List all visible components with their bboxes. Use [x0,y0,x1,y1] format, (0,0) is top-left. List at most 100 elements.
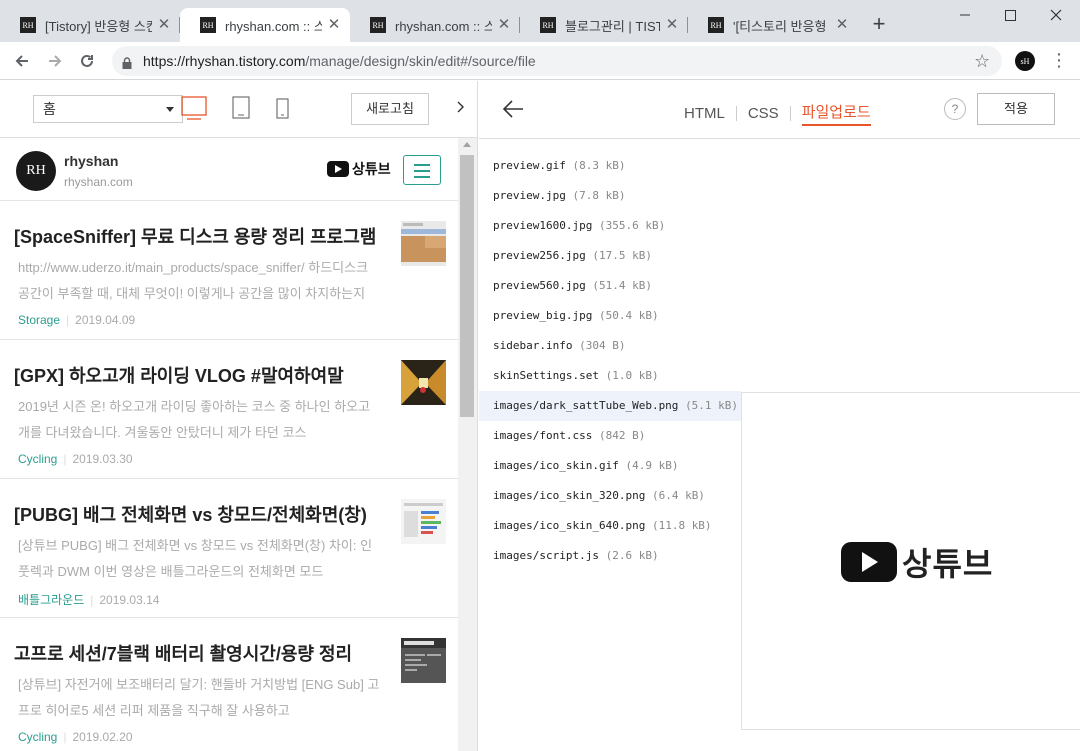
post-thumbnail[interactable] [401,221,446,266]
back-arrow-icon[interactable] [501,98,525,125]
file-item[interactable]: images/script.js (2.6 kB) [479,541,741,571]
preview-scrollbar[interactable] [458,138,477,751]
maximize-icon[interactable] [998,4,1022,26]
preview-toolbar: 홈 새로고침 [0,81,477,138]
post-meta: Cycling | 2019.03.30 [18,452,133,466]
close-tab-icon[interactable]: ✕ [664,17,680,33]
post-meta: 배틀그라운드 | 2019.03.14 [18,593,160,607]
file-item[interactable]: skinSettings.set (1.0 kB) [479,361,741,391]
browser-tab[interactable]: RH rhyshan.com :: 스킨 ✕ [350,8,520,42]
tab-css[interactable]: CSS [748,105,779,122]
post-title[interactable]: [SpaceSniffer] 무료 디스크 용량 정리 프로그램 [14,223,398,249]
close-window-icon[interactable] [1044,4,1068,26]
bookmark-star-icon[interactable]: ☆ [974,51,990,72]
scroll-up-icon[interactable] [463,142,471,147]
lock-icon [122,56,132,74]
file-item[interactable]: preview.gif (8.3 kB) [479,151,741,181]
profile-avatar[interactable]: sH [1015,51,1035,71]
scrollbar-thumb[interactable] [460,155,474,417]
forward-icon[interactable] [44,50,66,72]
post-title[interactable]: 고프로 세션/7블랙 배터리 촬영시간/용량 정리 [14,640,398,666]
file-item[interactable]: images/font.css (842 B) [479,421,741,451]
play-icon [327,161,349,177]
brand-text: 상튜브 [352,161,391,177]
minimize-icon[interactable] [953,4,977,26]
post-category[interactable]: Cycling [18,730,57,744]
tab-favicon: RH [540,17,556,33]
editor-tabs: HTML CSS 파일업로드 [684,101,871,126]
tab-favicon: RH [20,17,36,33]
post-date: 2019.03.14 [99,593,160,607]
file-item[interactable]: images/ico_skin_320.png (6.4 kB) [479,481,741,511]
browser-tab[interactable]: RH 블로그관리 | TISTORY ✕ [520,8,688,42]
file-item[interactable]: preview560.jpg (51.4 kB) [479,271,741,301]
post-excerpt: [상튜브] 자전거에 보조배터리 달기: 핸들바 거치방법 [ENG Sub] … [18,677,380,718]
close-tab-icon[interactable]: ✕ [496,17,512,33]
post-item[interactable]: 고프로 세션/7블랙 배터리 촬영시간/용량 정리 [상튜브] 자전거에 보조배… [0,618,458,751]
file-item-selected[interactable]: images/dark_sattTube_Web.png (5.1 kB) [479,391,741,421]
post-category[interactable]: 배틀그라운드 [18,593,84,607]
tab-favicon: RH [708,17,724,33]
post-item[interactable]: [PUBG] 배그 전체화면 vs 창모드/전체화면(창) [상튜브 PUBG]… [0,479,458,618]
hamburger-menu-button[interactable] [403,155,441,185]
post-date: 2019.03.30 [72,452,133,466]
post-title[interactable]: [PUBG] 배그 전체화면 vs 창모드/전체화면(창) [14,501,398,527]
browser-toolbar: https://rhyshan.tistory.com/manage/desig… [0,42,1080,80]
browser-menu-icon[interactable]: ⋮ [1050,50,1068,72]
help-icon[interactable]: ? [944,98,966,120]
new-tab-button[interactable]: + [868,13,890,35]
preview-brand-text: 상튜브 [902,546,994,582]
refresh-button[interactable]: 새로고침 [351,93,429,125]
post-title[interactable]: [GPX] 하오고개 라이딩 VLOG #말여하여말 [14,362,398,388]
browser-tab[interactable]: RH '[티스토리 반응형 스 ✕ [688,8,858,42]
page-select-value: 홈 [43,101,56,117]
close-tab-icon[interactable]: ✕ [326,17,342,33]
tab-title: [Tistory] 반응형 스킨 [45,18,152,34]
browser-tab[interactable]: RH [Tistory] 반응형 스킨 ✕ [0,8,180,42]
post-category[interactable]: Storage [18,313,60,327]
url-host: https://rhyshan.tistory.com [143,53,306,69]
post-excerpt: [상튜브 PUBG] 배그 전체화면 vs 창모드 vs 전체화면(창) 차이:… [18,538,373,579]
desktop-view-icon[interactable] [181,96,209,125]
address-bar[interactable]: https://rhyshan.tistory.com/manage/desig… [112,46,1002,76]
brand-logo[interactable]: 상튜브 [327,159,391,179]
file-item[interactable]: preview256.jpg (17.5 kB) [479,241,741,271]
mobile-view-icon[interactable] [276,96,290,125]
back-icon[interactable] [11,50,33,72]
tab-html[interactable]: HTML [684,105,725,122]
blog-header: RH rhyshan rhyshan.com 상튜브 [0,138,458,201]
post-meta: Cycling | 2019.02.20 [18,730,133,744]
url-path: /manage/design/skin/edit#/source/file [305,53,536,69]
preview-pane: 홈 새로고침 RH rhyshan rhyshan.com 상튜브 [Space… [0,81,478,751]
file-item[interactable]: sidebar.info (304 B) [479,331,741,361]
close-tab-icon[interactable]: ✕ [834,17,850,33]
reload-icon[interactable] [76,50,98,72]
tablet-view-icon[interactable] [232,96,252,125]
file-item[interactable]: images/ico_skin_640.png (11.8 kB) [479,511,741,541]
file-item[interactable]: preview_big.jpg (50.4 kB) [479,301,741,331]
post-thumbnail[interactable] [401,360,446,405]
chevron-right-icon[interactable] [456,100,466,118]
tab-favicon: RH [370,17,386,33]
blog-domain: rhyshan.com [64,175,133,189]
post-thumbnail[interactable] [401,638,446,683]
blog-preview-frame: RH rhyshan rhyshan.com 상튜브 [SpaceSniffer… [0,138,458,751]
tab-title: rhyshan.com :: 스킨 [395,18,492,34]
file-item[interactable]: preview.jpg (7.8 kB) [479,181,741,211]
close-tab-icon[interactable]: ✕ [156,17,172,33]
chevron-down-icon [166,107,174,112]
post-thumbnail[interactable] [401,499,446,544]
avatar[interactable]: RH [16,151,56,191]
tab-title: '[티스토리 반응형 스 [733,18,830,34]
page-select[interactable]: 홈 [33,95,183,123]
post-category[interactable]: Cycling [18,452,57,466]
blog-name[interactable]: rhyshan [64,153,118,169]
tab-file-upload[interactable]: 파일업로드 [801,101,871,126]
file-item[interactable]: preview1600.jpg (355.6 kB) [479,211,741,241]
browser-tab-active[interactable]: RH rhyshan.com :: 스킨 ✕ [180,8,350,42]
editor-header: HTML CSS 파일업로드 ? 적용 [479,81,1080,139]
post-item[interactable]: [SpaceSniffer] 무료 디스크 용량 정리 프로그램 http://… [0,201,458,340]
file-item[interactable]: images/ico_skin.gif (4.9 kB) [479,451,741,481]
apply-button[interactable]: 적용 [977,93,1055,125]
post-item[interactable]: [GPX] 하오고개 라이딩 VLOG #말여하여말 2019년 시즌 온! 하… [0,340,458,479]
